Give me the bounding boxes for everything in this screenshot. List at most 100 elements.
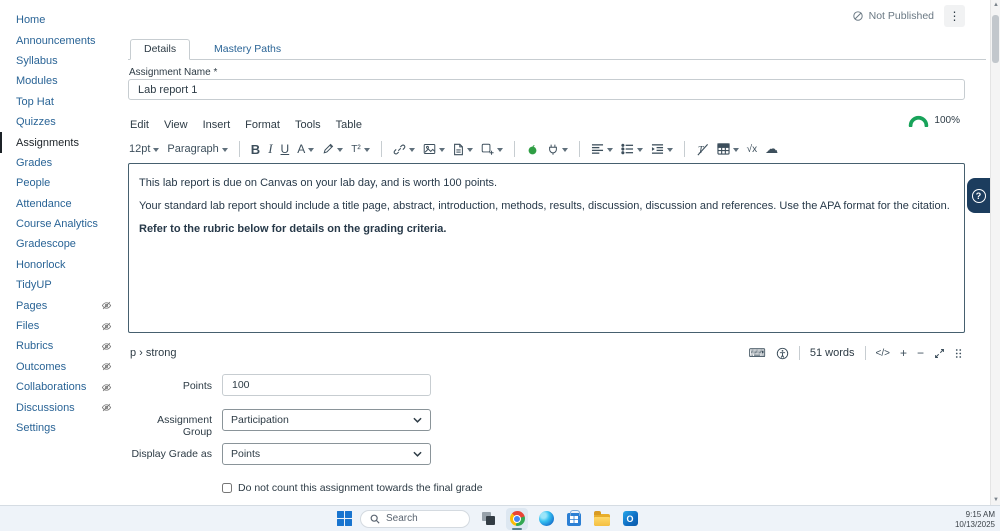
equation-button[interactable]: √x [747, 144, 758, 155]
italic-button[interactable]: I [268, 141, 272, 157]
sidebar-item-attendance[interactable]: Attendance [0, 194, 122, 214]
scroll-down-arrow[interactable]: ▼ [993, 497, 999, 503]
table-button[interactable] [717, 143, 739, 155]
sidebar-item-syllabus[interactable]: Syllabus [0, 51, 122, 71]
list-button[interactable] [620, 143, 643, 155]
taskbar-search[interactable]: Search [360, 509, 470, 528]
paragraph-style-select[interactable]: Paragraph [167, 143, 228, 155]
underline-button[interactable]: U [281, 142, 290, 156]
points-input[interactable] [222, 374, 431, 396]
sidebar-item-label: Pages [16, 299, 48, 312]
sidebar-item-settings[interactable]: Settings [0, 418, 122, 438]
readability-score[interactable]: 100% [907, 114, 960, 127]
assignment-group-label: Assignment Group [157, 414, 212, 438]
sidebar-item-label: Gradescope [16, 238, 76, 251]
sidebar-item-home[interactable]: Home [0, 10, 122, 30]
sidebar-item-label: Announcements [16, 34, 96, 47]
plug-icon [548, 144, 557, 155]
clear-formatting-button[interactable]: T [696, 143, 709, 156]
highlighter-button[interactable] [322, 143, 344, 155]
sidebar-item-rubrics[interactable]: Rubrics [0, 336, 122, 356]
menu-edit[interactable]: Edit [130, 119, 149, 131]
sidebar-item-top-hat[interactable]: Top Hat [0, 92, 122, 112]
sidebar-item-course-analytics[interactable]: Course Analytics [0, 214, 122, 234]
fullscreen-button[interactable] [934, 348, 945, 359]
edge-icon [538, 511, 554, 526]
help-button[interactable]: ? [967, 178, 990, 213]
sidebar-item-grades[interactable]: Grades [0, 153, 122, 173]
chevron-down-icon [413, 451, 422, 457]
link-button[interactable] [393, 143, 415, 156]
plugins-button[interactable] [547, 143, 568, 156]
sidebar-item-outcomes[interactable]: Outcomes [0, 357, 122, 377]
table-icon [717, 143, 730, 155]
sidebar-item-discussions[interactable]: Discussions [0, 397, 122, 417]
expand-icon [935, 348, 944, 358]
chevron-down-icon [666, 147, 673, 152]
start-button[interactable] [337, 511, 352, 526]
sidebar-item-modules[interactable]: Modules [0, 71, 122, 91]
kebab-icon: ⋮ [948, 9, 961, 23]
tab-details-label: Details [144, 43, 177, 55]
superscript-button[interactable]: T² [351, 144, 370, 155]
font-size-select[interactable]: 12pt [129, 143, 160, 155]
keyboard-shortcuts-button[interactable]: ⌨ [749, 346, 766, 360]
chrome-taskbar-button[interactable] [506, 507, 528, 530]
sidebar-item-announcements[interactable]: Announcements [0, 30, 122, 50]
assignment-group-select[interactable]: Participation [222, 409, 431, 431]
element-path[interactable]: p › strong [130, 347, 176, 359]
editor-toolbar: 12pt Paragraph B I U A T² T √x ☁ [129, 138, 965, 160]
taskbar-clock[interactable]: 9:15 AM 10/13/2025 [955, 510, 995, 531]
icon-maker-button[interactable] [481, 143, 503, 156]
chevron-down-icon [561, 147, 568, 152]
sidebar-item-collaborations[interactable]: Collaborations [0, 377, 122, 397]
zoom-out-button[interactable]: − [917, 346, 924, 360]
text-color-button[interactable]: A [297, 142, 315, 156]
scroll-up-arrow[interactable]: ▲ [993, 2, 999, 8]
assignment-name-input[interactable] [128, 79, 965, 100]
image-button[interactable] [423, 143, 445, 155]
task-view-button[interactable] [478, 508, 498, 529]
cloud-upload-button[interactable]: ☁ [765, 141, 778, 157]
menu-insert[interactable]: Insert [203, 119, 231, 131]
tab-details[interactable]: Details [130, 39, 191, 60]
menu-table[interactable]: Table [336, 119, 362, 131]
scrollbar-thumb[interactable] [992, 15, 999, 63]
options-kebab-button[interactable]: ⋮ [944, 5, 965, 27]
menu-format[interactable]: Format [245, 119, 280, 131]
rich-text-editor-body[interactable]: This lab report is due on Canvas on your… [128, 163, 965, 333]
tab-mastery-label: Mastery Paths [214, 43, 282, 55]
edge-taskbar-button[interactable] [536, 508, 556, 529]
chevron-down-icon [408, 147, 415, 152]
editor-paragraph: This lab report is due on Canvas on your… [139, 177, 498, 189]
sidebar-item-assignments[interactable]: Assignments [0, 132, 122, 153]
accessibility-checker-button[interactable] [776, 347, 789, 360]
menu-tools[interactable]: Tools [295, 119, 321, 131]
indent-button[interactable] [651, 143, 673, 155]
sidebar-item-gradescope[interactable]: Gradescope [0, 234, 122, 254]
sidebar-item-people[interactable]: People [0, 173, 122, 193]
sidebar-item-honorlock[interactable]: Honorlock [0, 255, 122, 275]
sidebar-item-files[interactable]: Files [0, 316, 122, 336]
document-button[interactable] [453, 143, 473, 156]
menu-view[interactable]: View [164, 119, 188, 131]
page-scrollbar[interactable]: ▲ ▼ [990, 0, 1000, 505]
display-grade-as-select[interactable]: Points [222, 443, 431, 465]
omit-from-final-grade-checkbox[interactable] [222, 483, 232, 493]
outlook-taskbar-button[interactable]: O [620, 508, 640, 529]
html-editor-button[interactable]: </> [876, 348, 890, 359]
alignment-button[interactable] [591, 143, 613, 155]
apps-button[interactable] [526, 143, 539, 156]
tab-mastery-paths[interactable]: Mastery Paths [214, 43, 281, 55]
store-taskbar-button[interactable] [564, 508, 584, 529]
accessibility-icon [776, 347, 789, 359]
resize-drag-handle[interactable] [955, 348, 962, 359]
sidebar-item-quizzes[interactable]: Quizzes [0, 112, 122, 132]
bold-button[interactable]: B [251, 142, 260, 157]
word-count[interactable]: 51 words [810, 347, 855, 359]
zoom-in-button[interactable]: + [900, 346, 907, 360]
sidebar-item-tidyup[interactable]: TidyUP [0, 275, 122, 295]
sidebar-item-pages[interactable]: Pages [0, 295, 122, 315]
apple-icon [528, 144, 537, 154]
file-explorer-taskbar-button[interactable] [592, 508, 612, 529]
